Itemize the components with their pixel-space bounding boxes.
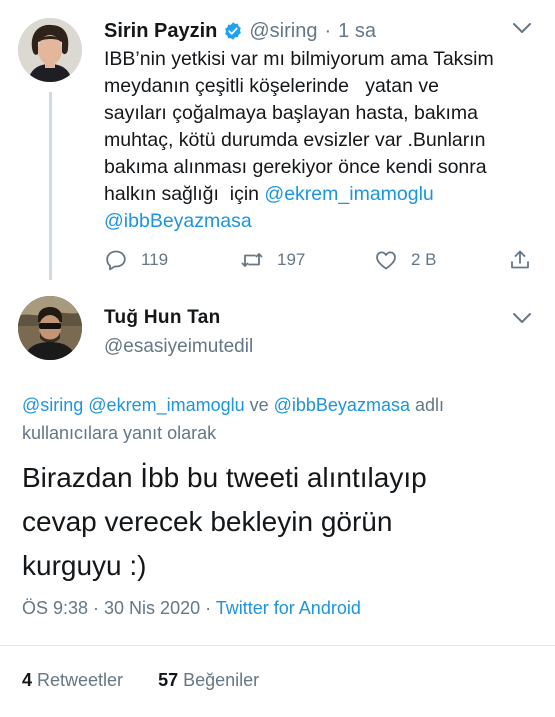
tweet1-line: bakıma alınması gerekiyor önce kendi son… (104, 156, 487, 178)
tweet2-meta: ÖS 9:38 · 30 Nis 2020 · Twitter for Andr… (22, 598, 361, 619)
mention-link[interactable]: @ibbBeyazmasa (274, 395, 410, 415)
avatar-tug-hun-tan[interactable] (18, 296, 82, 360)
tweet1-line: muhtaç, kötü durumda evsizler var .Bunla… (104, 129, 486, 151)
tweet1-line: meydanın çeşitli köşelerinde yatan ve (104, 75, 439, 97)
retweet-label: Retweetler (32, 670, 124, 690)
share-icon (511, 250, 529, 269)
reply-context-text: ve (244, 395, 274, 415)
tweet2-line: Birazdan İbb bu tweeti alıntılayıp (22, 462, 427, 493)
tweet1-text: IBB’nin yetkisi var mı bilmiyorum ama Ta… (104, 46, 544, 235)
like-count: 2 B (411, 250, 437, 269)
tweet1-line: sayıları çoğalmaya başlayan hasta, bakım… (104, 102, 478, 124)
tweet1-time[interactable]: 1 sa (338, 20, 376, 43)
tweet1-author-handle[interactable]: @siring (249, 20, 317, 43)
tweet1-line-text: halkın sağlığı için (104, 183, 265, 205)
retweet-button[interactable]: 197 (240, 245, 305, 275)
reply-button[interactable]: 119 (104, 245, 168, 275)
retweets-stat[interactable]: 4 Retweetler (22, 670, 123, 690)
tweet2-source-link[interactable]: Twitter for Android (216, 598, 361, 618)
header-separator: · (324, 19, 332, 42)
thread-connector (49, 92, 52, 280)
tweet2-author-handle[interactable]: @esasiyeimutedil (104, 336, 253, 358)
likes-stat[interactable]: 57 Beğeniler (158, 670, 259, 690)
like-label: Beğeniler (178, 670, 260, 690)
chevron-down-icon[interactable] (512, 311, 532, 325)
share-button[interactable] (508, 245, 532, 275)
tweet1-line: halkın sağlığı için @ekrem_imamoglu (104, 181, 544, 208)
reply-icon (106, 250, 126, 271)
tweet1-actions: 119 197 2 B (104, 245, 534, 275)
reply-context-line: kullanıcılara yanıt olarak (22, 423, 217, 443)
reply-context-text: adlı (409, 395, 444, 415)
like-total: 57 (158, 670, 179, 690)
like-icon (376, 251, 396, 270)
tweet2-line: cevap verecek bekleyin görün (22, 506, 393, 537)
mention-link[interactable]: @ibbBeyazmasa (104, 210, 252, 232)
retweet-total: 4 (22, 670, 33, 690)
reply-context-line: @siring @ekrem_imamoglu ve @ibbBeyazmasa… (22, 391, 542, 419)
tweet1-line: IBB’nin yetkisi var mı bilmiyorum ama Ta… (104, 48, 494, 70)
tweet2-author-name[interactable]: Tuğ Hun Tan (104, 307, 221, 329)
tweet2-timestamp[interactable]: ÖS 9:38 · 30 Nis 2020 · (22, 598, 216, 618)
mention-link[interactable]: @siring @ekrem_imamoglu (22, 395, 245, 415)
tweet1-line: @ibbBeyazmasa (104, 208, 544, 235)
divider (0, 645, 555, 646)
mention-link[interactable]: @ekrem_imamoglu (264, 183, 433, 205)
tweet2-text: Birazdan İbb bu tweeti alıntılayıp cevap… (22, 456, 542, 588)
chevron-down-icon[interactable] (512, 21, 532, 35)
tweet1-author-name[interactable]: Sirin Payzin (104, 20, 217, 43)
retweet-icon (241, 253, 263, 267)
tweet2-stats: 4 Retweetler 57 Beğeniler (22, 670, 259, 691)
like-button[interactable]: 2 B (374, 245, 437, 275)
reply-context: @siring @ekrem_imamoglu ve @ibbBeyazmasa… (22, 391, 542, 447)
avatar-sirin-payzin[interactable] (18, 18, 82, 82)
retweet-count: 197 (277, 250, 306, 269)
verified-badge-icon (225, 22, 242, 40)
tweet1-header: Sirin Payzin @siring · 1 sa (104, 16, 376, 46)
reply-count: 119 (141, 250, 169, 269)
tweet2-line: kurguyu :) (22, 550, 147, 581)
